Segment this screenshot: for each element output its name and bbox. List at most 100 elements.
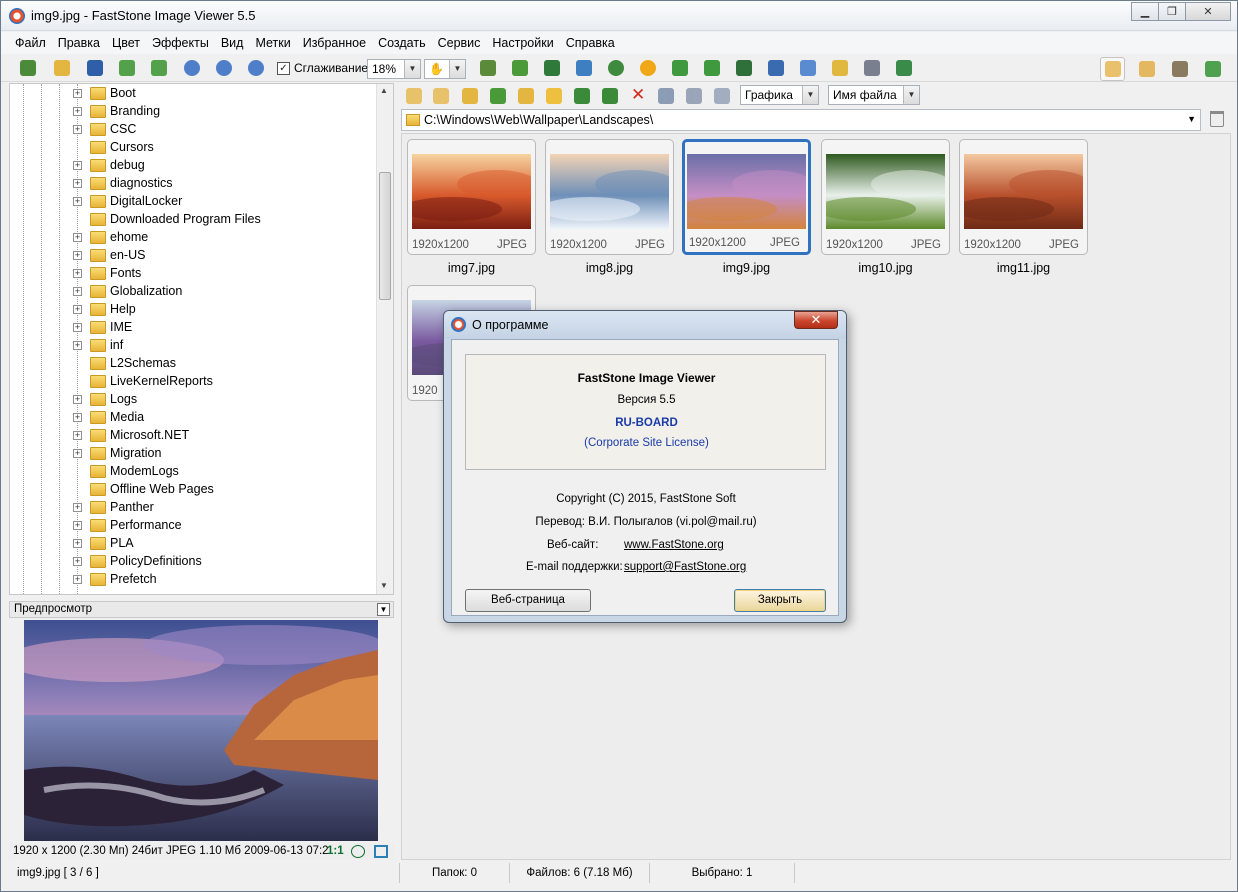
move-to-button[interactable] <box>599 85 621 107</box>
tree-item[interactable]: ModemLogs <box>10 463 376 481</box>
expand-icon[interactable]: + <box>73 107 82 116</box>
actual-size-toggle[interactable]: 1:1 <box>327 843 344 860</box>
menu-favorites[interactable]: Избранное <box>297 34 372 52</box>
refresh-button[interactable] <box>487 85 509 107</box>
rotate-right-button[interactable] <box>701 57 723 79</box>
filter-select[interactable]: Графика ▼ <box>740 85 819 105</box>
forward-button[interactable] <box>430 85 452 107</box>
menu-tools[interactable]: Сервис <box>432 34 487 52</box>
thumbnail-filename[interactable]: img8.jpg <box>545 261 674 275</box>
expand-icon[interactable]: + <box>73 287 82 296</box>
tree-item[interactable]: + Fonts <box>10 265 376 283</box>
chevron-down-icon[interactable]: ▼ <box>1187 114 1196 124</box>
tree-item[interactable]: + Logs <box>10 391 376 409</box>
view-list-button[interactable] <box>683 85 705 107</box>
tree-item[interactable]: + inf <box>10 337 376 355</box>
zoom-in-button[interactable] <box>181 57 203 79</box>
open-button[interactable] <box>51 57 73 79</box>
tree-item[interactable]: + en-US <box>10 247 376 265</box>
view-thumbnails-button[interactable] <box>1100 57 1125 81</box>
expand-icon[interactable]: + <box>73 251 82 260</box>
pan-tool-select[interactable]: ✋ ▼ <box>424 59 466 79</box>
thumbnail-card[interactable]: 1920x1200 JPEG <box>682 139 811 255</box>
menu-edit[interactable]: Правка <box>52 34 106 52</box>
view-details-list-button[interactable] <box>711 85 733 107</box>
expand-icon[interactable]: + <box>73 323 82 332</box>
collapse-preview-button[interactable]: ▼ <box>377 603 390 616</box>
tree-item[interactable]: LiveKernelReports <box>10 373 376 391</box>
tree-item[interactable]: + ehome <box>10 229 376 247</box>
expand-icon[interactable]: + <box>73 305 82 314</box>
web-page-button[interactable]: Веб-страница <box>465 589 591 612</box>
thumbnail-card[interactable]: 1920x1200 JPEG <box>407 139 536 255</box>
expand-icon[interactable]: + <box>73 161 82 170</box>
thumbnail-card[interactable]: 1920x1200 JPEG <box>959 139 1088 255</box>
tree-scrollbar[interactable]: ▲ ▼ <box>376 84 393 594</box>
expand-icon[interactable]: + <box>73 503 82 512</box>
fullscreen-button[interactable] <box>1200 57 1225 81</box>
tree-item[interactable]: + IME <box>10 319 376 337</box>
tree-item[interactable]: + DigitalLocker <box>10 193 376 211</box>
flip-button[interactable] <box>733 57 755 79</box>
next-button[interactable] <box>148 57 170 79</box>
tree-item[interactable]: Offline Web Pages <box>10 481 376 499</box>
previous-button[interactable] <box>116 57 138 79</box>
tree-item[interactable]: + Performance <box>10 517 376 535</box>
zoom-select[interactable]: 18% ▼ <box>367 59 421 79</box>
thumbnail-filename[interactable]: img10.jpg <box>821 261 950 275</box>
resize-button[interactable] <box>765 57 787 79</box>
tree-item[interactable]: L2Schemas <box>10 355 376 373</box>
sort-select[interactable]: Имя файла ▼ <box>828 85 920 105</box>
slideshow-button[interactable] <box>477 57 499 79</box>
rotate-left-button[interactable] <box>669 57 691 79</box>
tree-item[interactable]: + debug <box>10 157 376 175</box>
expand-icon[interactable]: + <box>73 341 82 350</box>
compare-button[interactable] <box>573 57 595 79</box>
expand-icon[interactable]: + <box>73 413 82 422</box>
favorites-folder-button[interactable] <box>515 85 537 107</box>
menu-tags[interactable]: Метки <box>249 34 296 52</box>
expand-icon[interactable]: + <box>73 521 82 530</box>
tree-item[interactable]: + Prefetch <box>10 571 376 589</box>
save-button[interactable] <box>84 57 106 79</box>
tree-item[interactable]: + Help <box>10 301 376 319</box>
support-email-link[interactable]: support@FastStone.org <box>624 561 824 573</box>
tree-scroll-thumb[interactable] <box>379 172 391 300</box>
tree-item[interactable]: + Branding <box>10 103 376 121</box>
expand-icon[interactable]: + <box>73 89 82 98</box>
mail-button[interactable] <box>829 57 851 79</box>
expand-icon[interactable]: + <box>73 539 82 548</box>
thumbnail-filename[interactable]: img11.jpg <box>959 261 1088 275</box>
maximize-button[interactable]: ❐ <box>1158 2 1186 21</box>
trash-icon[interactable] <box>1210 111 1224 127</box>
expand-icon[interactable]: + <box>73 197 82 206</box>
tree-item[interactable]: + Migration <box>10 445 376 463</box>
acquire-button[interactable] <box>17 57 39 79</box>
fullscreen-preview-icon[interactable] <box>374 845 388 858</box>
tree-item[interactable]: + CSC <box>10 121 376 139</box>
dialog-close-button[interactable]: ✕ <box>794 311 838 329</box>
tree-item[interactable]: + Media <box>10 409 376 427</box>
website-link[interactable]: www.FastStone.org <box>624 539 824 551</box>
smoothing-toggle[interactable]: ✓ Сглаживание <box>277 61 368 75</box>
view-preview-button[interactable] <box>1167 57 1192 81</box>
expand-icon[interactable]: + <box>73 269 82 278</box>
tree-item[interactable]: + diagnostics <box>10 175 376 193</box>
view-details-button[interactable] <box>1134 57 1159 81</box>
expand-icon[interactable]: + <box>73 125 82 134</box>
thumbnail-card[interactable]: 1920x1200 JPEG <box>821 139 950 255</box>
tree-item[interactable]: + Boot <box>10 85 376 103</box>
adjust-colors-button[interactable] <box>637 57 659 79</box>
close-window-button[interactable]: ✕ <box>1185 2 1231 21</box>
fit-icon[interactable] <box>351 845 365 858</box>
thumbnail-filename[interactable]: img9.jpg <box>682 261 811 275</box>
expand-icon[interactable]: + <box>73 431 82 440</box>
tree-item[interactable]: + Panther <box>10 499 376 517</box>
tree-item[interactable]: + PolicyDefinitions <box>10 553 376 571</box>
checklist-button[interactable] <box>893 57 915 79</box>
menu-file[interactable]: Файл <box>9 34 52 52</box>
expand-icon[interactable]: + <box>73 179 82 188</box>
new-folder-button[interactable] <box>543 85 565 107</box>
menu-settings[interactable]: Настройки <box>486 34 559 52</box>
batch-button[interactable] <box>541 57 563 79</box>
